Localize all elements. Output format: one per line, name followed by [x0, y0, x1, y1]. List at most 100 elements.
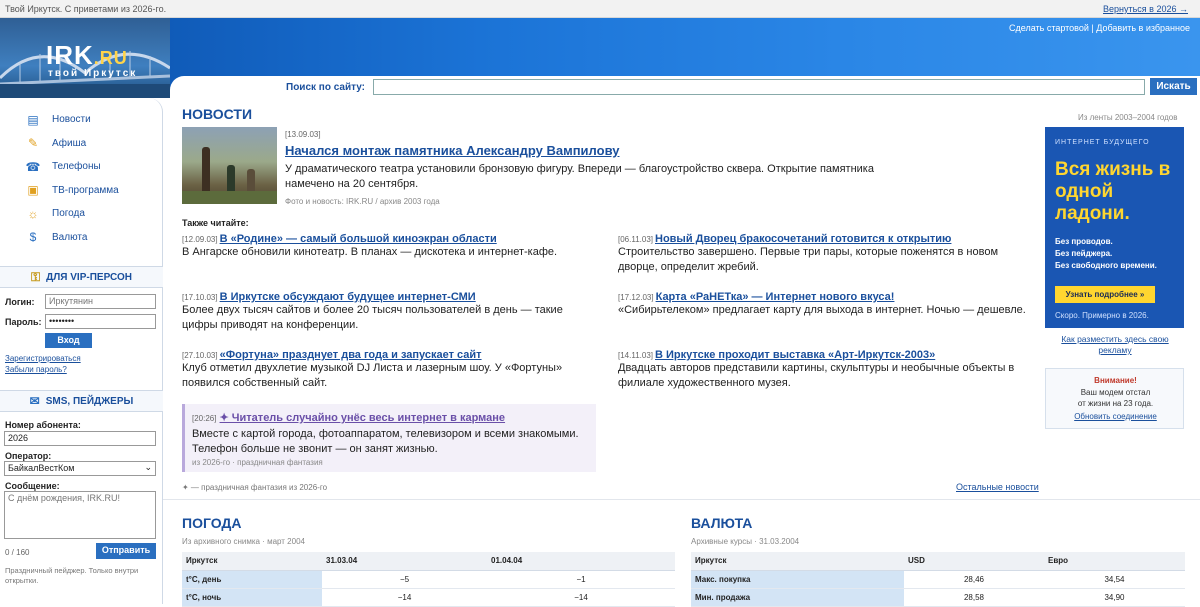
left-sidebar: ▤ Новости ✎ Афиша ☎ Телефоны ▣ ТВ-програ… [0, 98, 163, 604]
currency-icon: $ [29, 230, 37, 245]
sidebar-item-label: Валюта [52, 231, 88, 243]
news-item: [06.11.03] Новый Дворец бракосочетаний го… [618, 233, 1028, 275]
modem-warning-box: Внимание! Ваш модем отстал от жизни на 2… [1045, 368, 1184, 429]
update-connection-link[interactable]: Обновить соединение [1046, 412, 1185, 421]
ad-line: Без пейджера. [1055, 249, 1113, 258]
news-item-headline[interactable]: «Фортуна» празднует два года и запускает… [220, 349, 482, 361]
news-item-date: [17.10.03] [182, 293, 218, 302]
currency-row-label: Мин. продажа [691, 588, 904, 607]
ad-line: Без свободного времени. [1055, 261, 1157, 270]
news-item: [27.10.03] «Фортуна» празднует два года и… [182, 349, 592, 391]
table-row: t°C, день −5 −1 [182, 570, 675, 589]
news-item-date: [27.10.03] [182, 351, 218, 360]
sidebar-item-afisha[interactable]: ✎ Афиша [0, 132, 163, 156]
sidebar-item-label: ТВ-программа [52, 184, 119, 196]
news-item-date: [12.09.03] [182, 235, 218, 244]
news-item-body: Клуб отметил двухлетие музыкой DJ Листа … [182, 362, 563, 389]
table-row: t°C, ночь −14 −14 [182, 588, 675, 607]
sidebar-item-label: Новости [52, 114, 91, 126]
return-link[interactable]: Вернуться в 2026 → [1103, 4, 1188, 14]
fantasy-news-headline[interactable]: ✦ Читатель случайно унёс весь интернет в… [220, 412, 506, 424]
login-input[interactable]: Иркутянин [45, 294, 156, 309]
lead-news-body: У драматического театра установили бронз… [285, 163, 874, 190]
ad-small-print: Скоро. Примерно в 2026. [1055, 311, 1149, 320]
logo-main: IRK [46, 40, 94, 70]
make-start-link[interactable]: Сделать стартовой [1009, 23, 1089, 33]
message-label: Сообщение: [5, 481, 60, 491]
weather-cell: −14 [487, 588, 675, 607]
monument-figure [202, 147, 210, 197]
ad-learn-more-button[interactable]: Узнать подробнее » [1055, 286, 1155, 303]
sidebar-item-tv[interactable]: ▣ ТВ-программа [0, 179, 163, 203]
weather-row-label: t°C, ночь [182, 588, 322, 607]
fantasy-news-body: Вместе с картой города, фотоаппаратом, т… [192, 428, 579, 455]
search-button[interactable]: Искать [1150, 78, 1197, 95]
weather-icon: ☼ [27, 206, 39, 221]
ad-line: Без проводов. [1055, 237, 1113, 246]
register-link[interactable]: Зарегистрироваться [5, 354, 81, 363]
password-input[interactable]: •••••••• [45, 314, 156, 329]
lead-news-photo[interactable] [182, 127, 277, 204]
forgot-password-link[interactable]: Забыли пароль? [5, 365, 67, 374]
table-row: Мин. продажа 28,58 34,90 [691, 588, 1185, 607]
sms-box-header: ✉ SMS, ПЕЙДЖЕРЫ [0, 390, 163, 412]
news-item-date: [17.12.03] [618, 293, 654, 302]
table-row: Макс. покупка 28,46 34,54 [691, 570, 1185, 589]
char-counter: 0 / 160 [5, 548, 30, 557]
subscriber-number-input[interactable]: 2026 [4, 431, 156, 446]
weather-header-city: Иркутск [182, 552, 322, 571]
sidebar-item-label: Телефоны [52, 161, 101, 173]
logo-subtitle: твой Иркутск [48, 68, 138, 79]
message-textarea[interactable]: С днём рождения, IRK.RU! [4, 491, 156, 539]
ad-kicker: ИНТЕРНЕТ БУДУЩЕГО [1055, 139, 1150, 146]
sidebar-item-news[interactable]: ▤ Новости [0, 108, 163, 132]
operator-label: Оператор: [5, 451, 52, 461]
site-logo[interactable]: IRK.RU [46, 40, 128, 71]
sidebar-item-label: Афиша [52, 137, 87, 149]
currency-section-title: ВАЛЮТА [691, 515, 753, 531]
key-icon: ⚿ [31, 269, 41, 284]
news-item-headline[interactable]: В «Родине» — самый большой киноэкран обл… [220, 233, 497, 245]
lead-news-headline[interactable]: Начался монтаж памятника Александру Вамп… [285, 143, 619, 158]
add-favorites-link[interactable]: Добавить в избранное [1096, 23, 1190, 33]
pager-icon: ✉ [29, 394, 40, 408]
operator-select[interactable]: БайкалВестКом ⌄ [4, 461, 156, 476]
sidebar-item-weather[interactable]: ☼ Погода [0, 202, 163, 226]
sms-pager-box: ✉ SMS, ПЕЙДЖЕРЫ Номер абонента: 2026 Опе… [0, 390, 163, 604]
other-news-link[interactable]: Остальные новости [956, 482, 1039, 492]
pager-note: Праздничный пейджер. Только внутри откры… [5, 566, 139, 585]
news-item-body: Строительство завершено. Первые три пары… [618, 246, 999, 273]
weather-row-label: t°C, день [182, 570, 322, 589]
currency-cell: 28,58 [904, 588, 1044, 607]
sidebar-item-currency[interactable]: $ Валюта [0, 226, 163, 250]
search-input[interactable] [373, 79, 1145, 95]
currency-table: Иркутск USD Евро Макс. покупка 28,46 34,… [691, 552, 1185, 607]
weather-header-date: 01.04.04 [487, 552, 675, 571]
news-item: [17.10.03] В Иркутске обсуждают будущее и… [182, 291, 592, 333]
news-item-headline[interactable]: В Иркутске обсуждают будущее интернет-СМ… [220, 291, 476, 303]
vip-box-header: ⚿ ДЛЯ VIP-ПЕРСОН [0, 266, 163, 288]
search-bar: Поиск по сайту: Искать [170, 76, 1200, 98]
sidebar-item-phones[interactable]: ☎ Телефоны [0, 155, 163, 179]
lead-news-date: [13.09.03] [285, 130, 321, 139]
weather-table: Иркутск 31.03.04 01.04.04 t°C, день −5 −… [182, 552, 675, 607]
sidebar-nav: ▤ Новости ✎ Афиша ☎ Телефоны ▣ ТВ-програ… [0, 108, 163, 249]
fantasy-news-item: [20:26] ✦ Читатель случайно унёс весь ин… [182, 404, 596, 472]
logo-tld: .RU [93, 48, 128, 68]
news-item-headline[interactable]: В Иркутске проходит выставка «Арт-Иркутс… [655, 349, 935, 361]
currency-cell: 28,46 [904, 570, 1044, 589]
operator-selected-value: БайкалВестКом [8, 463, 75, 473]
news-item-headline[interactable]: Карта «РаНЕТка» — Интернет нового вкуса! [656, 291, 895, 303]
future-internet-ad[interactable]: ИНТЕРНЕТ БУДУЩЕГО Вся жизнь в одной ладо… [1045, 127, 1184, 328]
sms-box-title: SMS, ПЕЙДЖЕРЫ [45, 395, 134, 407]
place-ad-link[interactable]: Как разместить здесь свою рекламу [1052, 334, 1178, 356]
login-button[interactable]: Вход [45, 333, 92, 348]
send-sms-button[interactable]: Отправить [96, 543, 156, 559]
top-bar: Твой Иркутск. С приветами из 2026-го. Ве… [0, 0, 1200, 18]
ad-headline: Вся жизнь в одной ладони. [1055, 159, 1171, 224]
news-item: [14.11.03] В Иркутске проходит выставка «… [618, 349, 1028, 391]
ground-area [182, 191, 277, 204]
news-item-headline[interactable]: Новый Дворец бракосочетаний готовится к … [655, 233, 951, 245]
weather-section-title: ПОГОДА [182, 515, 242, 531]
currency-header-usd: USD [904, 552, 1044, 571]
